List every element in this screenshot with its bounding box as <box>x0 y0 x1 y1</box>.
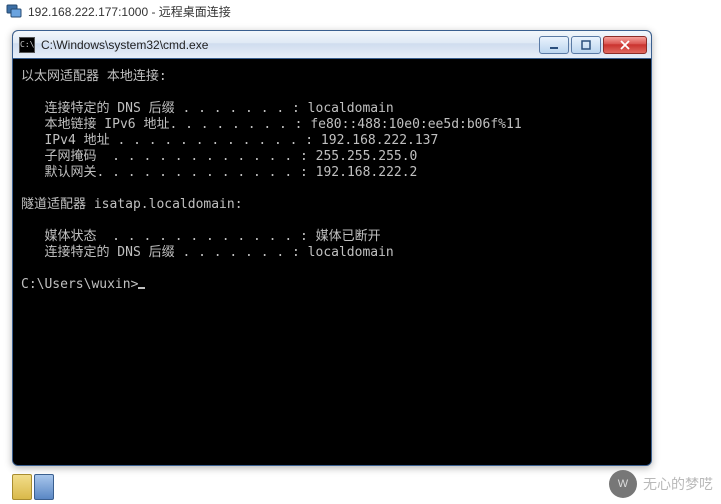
ipv6-value: fe80::488:10e0:ee5d:b06f%11 <box>303 117 522 132</box>
tunnel-dns-suffix-value: localdomain <box>300 245 394 260</box>
ipv6-label: 本地链接 IPv6 地址. . . . . . . . : <box>21 117 303 132</box>
gateway-label: 默认网关. . . . . . . . . . . . . : <box>21 165 308 180</box>
watermark-avatar-icon: W <box>609 470 637 498</box>
taskbar-item-icon[interactable] <box>34 474 54 500</box>
ipv4-value: 192.168.222.137 <box>313 133 438 148</box>
command-prompt: C:\Users\wuxin> <box>21 277 138 292</box>
cmd-window: C:\ C:\Windows\system32\cmd.exe 以太网适配器 本… <box>12 30 652 466</box>
maximize-button[interactable] <box>571 36 601 54</box>
cmd-body[interactable]: 以太网适配器 本地连接: 连接特定的 DNS 后缀 . . . . . . . … <box>13 59 651 465</box>
remote-desktop-title: 192.168.222.177:1000 - 远程桌面连接 <box>28 3 231 20</box>
dns-suffix-label: 连接特定的 DNS 后缀 . . . . . . . : <box>21 101 300 116</box>
window-buttons <box>537 36 647 54</box>
cmd-title: C:\Windows\system32\cmd.exe <box>41 38 537 52</box>
subnet-mask-label: 子网掩码 . . . . . . . . . . . . : <box>21 149 308 164</box>
media-state-label: 媒体状态 . . . . . . . . . . . . : <box>21 229 308 244</box>
minimize-button[interactable] <box>539 36 569 54</box>
tunnel-dns-suffix-label: 连接特定的 DNS 后缀 . . . . . . . : <box>21 245 300 260</box>
cmd-icon: C:\ <box>19 37 35 53</box>
gateway-value: 192.168.222.2 <box>308 165 418 180</box>
tunnel-adapter-header: 隧道适配器 isatap.localdomain: <box>21 197 243 212</box>
watermark-text: 无心的梦呓 <box>643 474 713 494</box>
remote-desktop-titlebar: 192.168.222.177:1000 - 远程桌面连接 <box>0 0 721 22</box>
cursor <box>138 287 145 289</box>
watermark: W 无心的梦呓 <box>609 470 713 498</box>
taskbar-item-icon[interactable] <box>12 474 32 500</box>
close-button[interactable] <box>603 36 647 54</box>
ethernet-adapter-header: 以太网适配器 本地连接: <box>21 69 167 84</box>
media-state-value: 媒体已断开 <box>308 229 381 244</box>
subnet-mask-value: 255.255.255.0 <box>308 149 418 164</box>
dns-suffix-value: localdomain <box>300 101 394 116</box>
ipv4-label: IPv4 地址 . . . . . . . . . . . . : <box>21 133 313 148</box>
taskbar-icons <box>12 474 54 500</box>
cmd-output: 以太网适配器 本地连接: 连接特定的 DNS 后缀 . . . . . . . … <box>21 69 643 293</box>
cmd-titlebar[interactable]: C:\ C:\Windows\system32\cmd.exe <box>13 31 651 59</box>
remote-desktop-icon <box>6 3 22 19</box>
